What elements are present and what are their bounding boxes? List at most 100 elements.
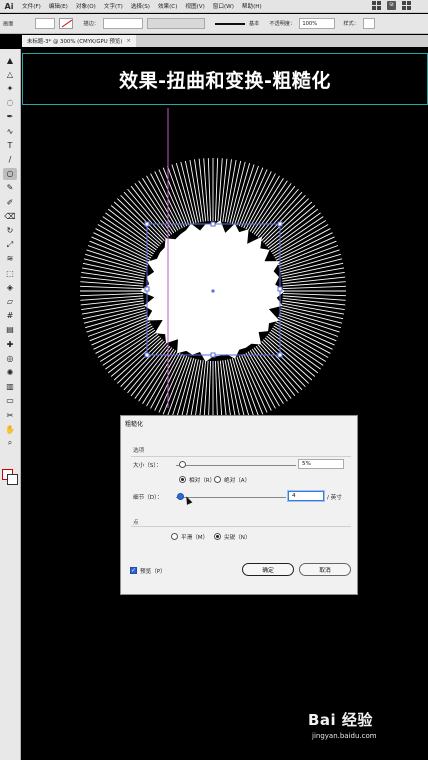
resize-handle[interactable] <box>277 286 283 292</box>
gradient-icon[interactable]: ▤ <box>3 324 17 336</box>
menu-type[interactable]: 文字(T) <box>100 2 127 10</box>
scale-icon[interactable]: ⤢ <box>3 239 17 251</box>
resize-handle[interactable] <box>144 286 150 292</box>
document-tab[interactable]: 未标题-3* @ 300% (CMYK/GPU 预览) × <box>22 35 136 47</box>
symbol-sprayer-icon[interactable]: ✺ <box>3 366 17 378</box>
close-tab-icon[interactable]: × <box>126 38 131 44</box>
title-banner: 效果-扭曲和变换-粗糙化 <box>22 53 428 105</box>
resize-handle[interactable] <box>210 352 216 358</box>
rotate-icon[interactable]: ↻ <box>3 224 17 236</box>
graphic-style-field[interactable] <box>362 18 375 29</box>
free-transform-icon[interactable]: ⬚ <box>3 267 17 279</box>
slice-icon[interactable]: ✂ <box>3 409 17 421</box>
arrange-documents-icon[interactable] <box>402 1 411 10</box>
zoom-icon[interactable]: ⌕ <box>3 437 17 449</box>
smooth-radio[interactable] <box>171 533 178 540</box>
stroke-weight-field[interactable] <box>102 18 143 29</box>
resize-handle[interactable] <box>144 352 150 358</box>
ok-button[interactable]: 确定 <box>242 563 294 576</box>
resize-handle[interactable] <box>210 221 216 227</box>
direct-selection-icon[interactable]: △ <box>3 68 17 80</box>
eyedropper-icon[interactable]: ✚ <box>3 338 17 350</box>
eraser-icon[interactable]: ⌫ <box>3 210 17 222</box>
menu-file[interactable]: 文件(F) <box>18 2 45 10</box>
resize-handle[interactable] <box>277 221 283 227</box>
detail-input[interactable]: 4 <box>288 491 324 501</box>
pen-icon[interactable]: ✒ <box>3 111 17 123</box>
radial-line <box>83 258 146 275</box>
paintbrush-icon[interactable]: ✎ <box>3 182 17 194</box>
magic-wand-icon[interactable]: ✦ <box>3 82 17 94</box>
menu-effect[interactable]: 效果(C) <box>154 2 181 10</box>
menu-object[interactable]: 对象(O) <box>72 2 100 10</box>
smooth-label: 平滑（M） <box>181 535 209 541</box>
preview-checkbox[interactable]: ✓ <box>130 567 137 574</box>
artwork[interactable] <box>22 108 428 448</box>
menu-window[interactable]: 窗口(W) <box>209 2 238 10</box>
corner-radio[interactable] <box>214 533 221 540</box>
menu-help[interactable]: 帮助(H) <box>238 2 266 10</box>
menu-select[interactable]: 选择(S) <box>127 2 154 10</box>
menu-view[interactable]: 视图(V) <box>181 2 208 10</box>
artboard-canvas[interactable]: 效果-扭曲和变换-粗糙化 Bai 经验 jingyan.baidu.com <box>22 48 428 760</box>
ellipse-icon[interactable]: ○ <box>3 167 17 180</box>
size-input[interactable]: 5% <box>298 459 344 469</box>
variable-width-field[interactable] <box>146 18 205 29</box>
mesh-icon[interactable]: # <box>3 310 17 322</box>
detail-slider-track[interactable] <box>176 497 286 498</box>
absolute-label: 绝对（A） <box>224 478 251 484</box>
graph-icon[interactable]: ▥ <box>3 381 17 393</box>
shape-builder-icon[interactable]: ◈ <box>3 281 17 293</box>
preview-label: 预览（P） <box>140 569 166 575</box>
bridge-grid-icon[interactable] <box>372 1 381 10</box>
dialog-title: 粗糙化 <box>125 421 144 428</box>
document-tab-title: 未标题-3* @ 300% (CMYK/GPU 预览) <box>27 39 123 45</box>
corner-label: 尖锐（N） <box>224 535 251 541</box>
tools-panel: ▲ △ ✦ ◌ ✒ ∿ T / ○ ✎ ✐ ⌫ ↻ ⤢ ≋ ⬚ ◈ ▱ # ▤ ✚ ◎ ✺ ▥ ▭ ✂ ✋ ⌕ <box>0 49 21 760</box>
lasso-icon[interactable]: ◌ <box>3 97 17 109</box>
stroke-swatch[interactable] <box>59 18 74 29</box>
hand-icon[interactable]: ✋ <box>3 423 17 435</box>
line-icon[interactable]: / <box>3 153 17 165</box>
curvature-icon[interactable]: ∿ <box>3 125 17 137</box>
relative-radio[interactable] <box>179 476 186 483</box>
radial-line <box>257 188 299 238</box>
radial-line <box>255 185 296 237</box>
blend-icon[interactable]: ◎ <box>3 352 17 364</box>
selection-tool-icon[interactable]: ▲ <box>3 54 17 66</box>
radial-line <box>269 212 321 251</box>
opacity-field[interactable]: 100% <box>299 18 336 29</box>
resize-handle[interactable] <box>144 221 150 227</box>
size-slider-track[interactable] <box>176 465 296 466</box>
radial-line <box>130 345 171 397</box>
fill-swatch-dropdown[interactable] <box>35 18 56 29</box>
radial-line <box>130 185 171 237</box>
resize-handle[interactable] <box>277 352 283 358</box>
shaper-icon[interactable]: ✐ <box>3 196 17 208</box>
radial-line <box>105 212 157 251</box>
stroke-style[interactable]: 基本 <box>249 20 259 27</box>
absolute-radio[interactable] <box>214 476 221 483</box>
radial-line <box>180 358 197 421</box>
radial-line <box>280 307 343 324</box>
gpu-performance-icon[interactable] <box>417 1 426 10</box>
roughen-dialog: 粗糙化 选项 大小（S）： 5% 相对（R） 绝对（A） 细节（D）： 4 / … <box>120 415 358 595</box>
watermark-brand: Bai 经验 <box>308 711 373 729</box>
type-icon[interactable]: T <box>3 139 17 151</box>
detail-unit: / 英寸 <box>327 495 342 501</box>
opacity-label: 不透明度： <box>269 21 296 27</box>
cancel-button[interactable]: 取消 <box>299 563 351 576</box>
fill-stroke-swatch[interactable] <box>2 469 18 485</box>
watermark: Bai 经验 jingyan.baidu.com <box>308 705 418 749</box>
options-separator <box>131 456 351 457</box>
size-slider-knob[interactable] <box>179 461 186 468</box>
radial-line <box>207 158 212 222</box>
stock-icon[interactable]: St <box>387 1 396 10</box>
width-icon[interactable]: ≋ <box>3 253 17 265</box>
perspective-icon[interactable]: ▱ <box>3 295 17 307</box>
menu-edit[interactable]: 编辑(E) <box>45 2 72 10</box>
radial-line <box>180 161 197 224</box>
size-value: 5% <box>302 461 311 467</box>
menu-bar: Ai 文件(F) 编辑(E) 对象(O) 文字(T) 选择(S) 效果(C) 视… <box>0 0 428 13</box>
artboard-icon[interactable]: ▭ <box>3 395 17 407</box>
